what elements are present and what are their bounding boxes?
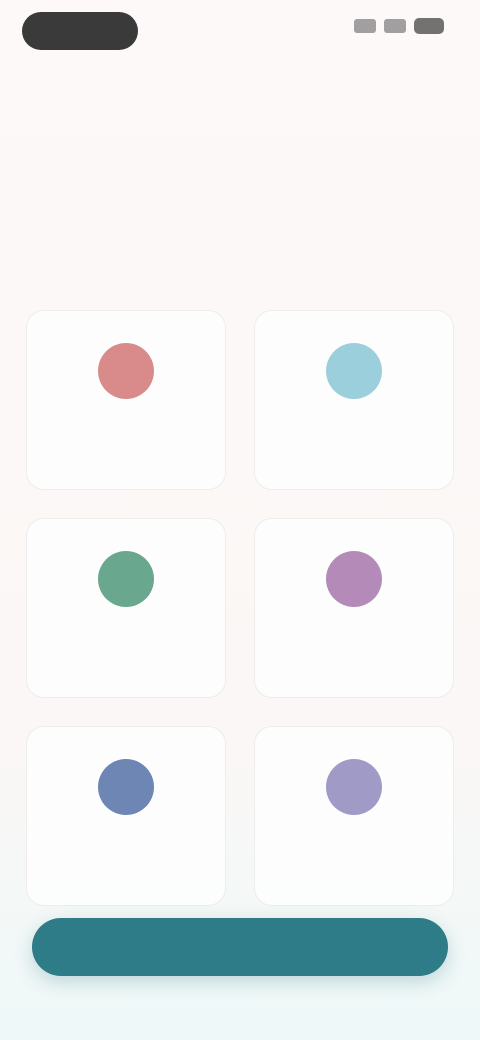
circle-icon: [98, 759, 154, 815]
option-card-5[interactable]: [26, 726, 226, 906]
signal-icon: [354, 19, 376, 33]
circle-icon: [326, 551, 382, 607]
option-grid: [26, 310, 454, 906]
option-card-2[interactable]: [254, 310, 454, 490]
continue-button[interactable]: [32, 918, 448, 976]
option-card-6[interactable]: [254, 726, 454, 906]
circle-icon: [326, 759, 382, 815]
header: [40, 148, 440, 170]
status-bar: [0, 0, 480, 64]
wifi-icon: [384, 19, 406, 33]
circle-icon: [98, 551, 154, 607]
option-card-1[interactable]: [26, 310, 226, 490]
option-card-4[interactable]: [254, 518, 454, 698]
status-icons: [354, 18, 444, 34]
status-time-pill[interactable]: [22, 12, 138, 50]
option-card-3[interactable]: [26, 518, 226, 698]
battery-icon: [414, 18, 444, 34]
circle-icon: [326, 343, 382, 399]
circle-icon: [98, 343, 154, 399]
